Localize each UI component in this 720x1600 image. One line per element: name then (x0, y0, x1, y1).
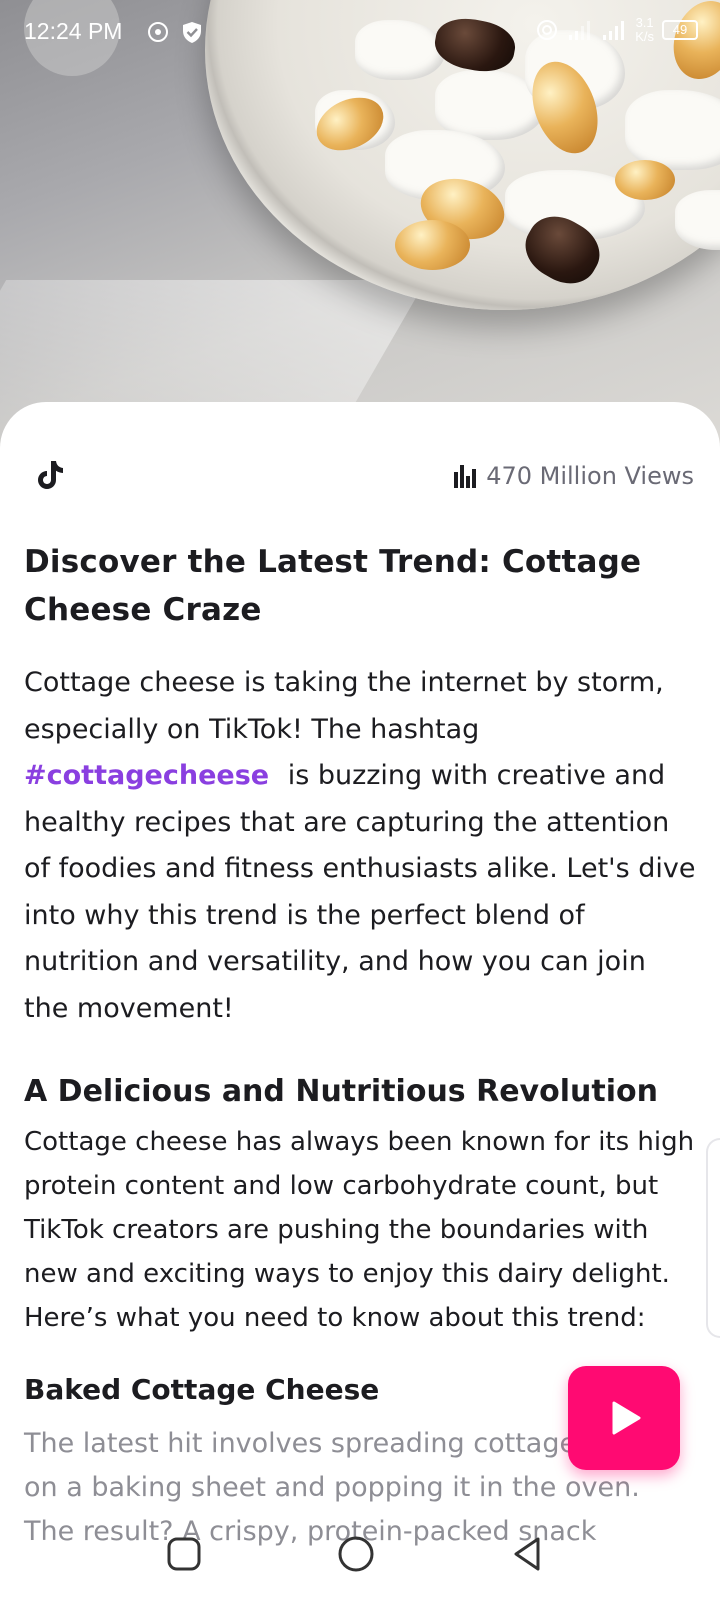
article-title: Discover the Latest Trend: Cottage Chees… (24, 544, 642, 628)
play-video-button[interactable] (568, 1366, 680, 1470)
hotspot-icon (148, 22, 168, 42)
network-speed-unit: K/s (635, 29, 654, 44)
intro-text-after: is buzzing with creative and healthy rec… (24, 760, 696, 1024)
article-intro: Cottage cheese is taking the internet by… (24, 660, 696, 1032)
network-speed: 3.1 K/s (635, 16, 654, 44)
tiktok-icon (38, 461, 63, 489)
hashtag-link[interactable]: #cottagecheese (24, 760, 269, 791)
side-panel-handle[interactable] (706, 1138, 720, 1338)
wifi-calling-icon (537, 20, 558, 40)
system-nav-bar (0, 1520, 720, 1600)
network-speed-value: 3.1 (635, 15, 654, 30)
back-triangle-icon[interactable] (508, 1534, 548, 1574)
play-icon (612, 1401, 641, 1435)
home-circle-icon[interactable] (336, 1534, 376, 1574)
section-text: Cottage cheese has always been known for… (24, 1127, 695, 1333)
section-heading: A Delicious and Nutritious Revolution (24, 1074, 658, 1109)
signal-icon (569, 21, 591, 40)
card-header: 470 Million Views (24, 452, 694, 502)
signal-icon (603, 21, 625, 40)
views-counter: 470 Million Views (452, 462, 694, 490)
status-time: 12:24 PM (24, 18, 123, 44)
recents-square-icon[interactable] (164, 1534, 204, 1574)
shield-check-icon (183, 22, 201, 43)
hero-image (0, 0, 720, 450)
bar-chart-icon (454, 465, 477, 488)
intro-text-before: Cottage cheese is taking the internet by… (24, 667, 664, 745)
views-text: 470 Million Views (486, 462, 694, 490)
status-bar: 12:24 PM 3.1 K/s 49 (0, 0, 720, 76)
battery-icon: 49 (662, 20, 698, 40)
